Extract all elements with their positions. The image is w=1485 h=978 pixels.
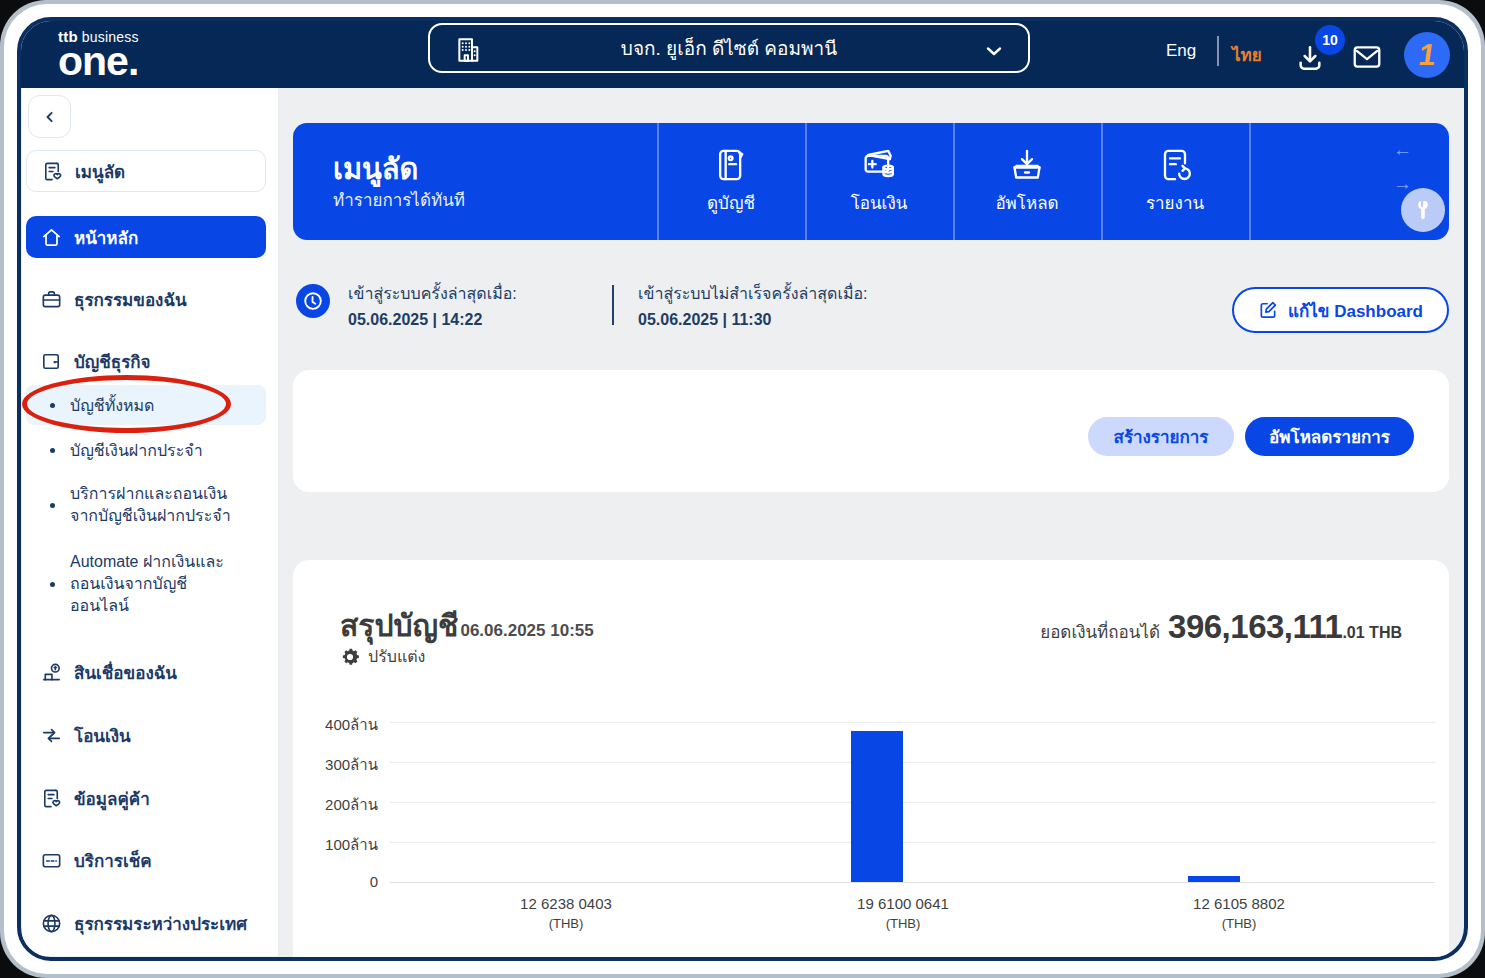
loan-icon xyxy=(40,661,63,684)
quick-action-report[interactable]: รายงาน xyxy=(1101,123,1249,240)
profile-avatar[interactable]: 1 xyxy=(1404,32,1450,78)
customize-control[interactable]: ปรับแต่ง xyxy=(340,644,425,669)
wallet-icon xyxy=(40,350,63,373)
quick-action-view-accounts[interactable]: ดูบัญชี xyxy=(657,123,805,240)
create-transaction-button[interactable]: สร้างรายการ xyxy=(1088,417,1234,456)
summary-title: สรุปบัญชี xyxy=(340,602,458,649)
failed-login-value: 05.06.2025 | 11:30 xyxy=(638,311,1198,329)
failed-login-block: เข้าสู่ระบบไม่สำเร็จครั้งล่าสุดเมื่อ: 05… xyxy=(638,281,1198,329)
chart-bar-2[interactable] xyxy=(851,731,903,882)
sidebar-item-transfer[interactable]: โอนเงิน xyxy=(26,718,266,752)
transactions-card: สร้างรายการ อัพโหลดรายการ xyxy=(293,370,1449,492)
red-highlight-ellipse xyxy=(22,375,231,433)
top-header: ttb business one. บจก. ยูเอ็ก ดีไซต์ คอม… xyxy=(17,17,1468,88)
clock-icon xyxy=(296,284,330,318)
sidebar-item-my-transactions[interactable]: ธุรกรรมของฉัน xyxy=(26,282,266,316)
sidebar-item-my-loans[interactable]: สินเชื่อของฉัน xyxy=(26,655,266,689)
gear-icon xyxy=(340,647,360,667)
bullet xyxy=(50,448,55,453)
chevron-down-icon xyxy=(982,39,1006,63)
category-label-2: 19 6100 0641 (THB) xyxy=(773,895,1033,931)
globe-icon xyxy=(40,912,63,935)
company-selector[interactable]: บจก. ยูเอ็ก ดีไซต์ คอมพานี xyxy=(428,23,1030,73)
lang-eng[interactable]: Eng xyxy=(1166,41,1196,61)
gridline-0 xyxy=(390,882,1435,883)
failed-login-label: เข้าสู่ระบบไม่สำเร็จครั้งล่าสุดเมื่อ: xyxy=(638,281,1198,306)
amount-fraction: .01 THB xyxy=(1342,624,1402,642)
download-badge: 10 xyxy=(1315,25,1345,55)
upload-transaction-button[interactable]: อัพโหลดรายการ xyxy=(1245,417,1414,456)
withdrawable-label: ยอดเงินที่ถอนได้ xyxy=(1040,618,1160,645)
summary-header: สรุปบัญชี 06.06.2025 10:55 xyxy=(340,602,594,649)
sidebar-item-cheque-service[interactable]: บริการเช็ค xyxy=(26,843,266,877)
home-icon xyxy=(40,226,63,249)
bar-chart xyxy=(293,722,1449,882)
login-info-divider xyxy=(612,285,614,325)
upload-icon xyxy=(1007,145,1047,185)
avatar-one-glyph: 1 xyxy=(1416,38,1437,72)
doc-heart-icon xyxy=(40,787,63,810)
last-login-value: 05.06.2025 | 14:22 xyxy=(348,311,606,329)
bullet xyxy=(50,582,55,587)
edit-icon xyxy=(1258,300,1278,320)
customize-label: ปรับแต่ง xyxy=(368,644,425,669)
lang-divider xyxy=(1217,36,1219,66)
mail-icon[interactable] xyxy=(1350,42,1384,72)
sidebar-item-international[interactable]: ธุรกรรมระหว่างประเทศ xyxy=(26,906,266,940)
briefcase-icon xyxy=(40,288,63,311)
edit-dashboard-button[interactable]: แก้ไข Dashboard xyxy=(1232,287,1449,333)
report-icon xyxy=(1155,145,1195,185)
customize-wrench-button[interactable] xyxy=(1401,188,1445,232)
chart-bar-3[interactable] xyxy=(1188,876,1240,882)
doc-heart-icon xyxy=(41,160,64,183)
app-window: ttb business one. บจก. ยูเอ็ก ดีไซต์ คอม… xyxy=(17,17,1468,961)
sidebar-item-home[interactable]: หน้าหลัก xyxy=(26,216,266,258)
sidebar-shortcut-label: เมนูลัด xyxy=(75,158,125,185)
carousel-arrow-left[interactable]: ← xyxy=(1393,139,1412,161)
window-content: ttb business one. บจก. ยูเอ็ก ดีไซต์ คอม… xyxy=(22,22,1463,956)
quick-action-transfer[interactable]: โอนเงิน xyxy=(805,123,953,240)
cheque-icon xyxy=(40,849,63,872)
sidebar-subitem-fixed-deposit[interactable]: บัญชีเงินฝากประจำ xyxy=(26,433,266,467)
lang-thai[interactable]: ไทย xyxy=(1232,41,1262,68)
sidebar-subitem-deposit-service[interactable]: บริการฝากและถอนเงินจากบัญชีเงินฝากประจำ xyxy=(26,483,266,527)
quick-action-upload[interactable]: อัพโหลด xyxy=(953,123,1101,240)
window-shadow: ttb business one. บจก. ยูเอ็ก ดีไซต์ คอม… xyxy=(0,0,1485,978)
category-label-3: 12 6105 8802 (THB) xyxy=(1109,895,1369,931)
banner-divider xyxy=(1249,123,1251,240)
amount-main: 396,163,111 xyxy=(1168,608,1342,646)
sidebar-item-business-accounts[interactable]: บัญชีธุรกิจ xyxy=(26,344,266,378)
company-name: บจก. ยูเอ็ก ดีไซต์ คอมพานี xyxy=(430,33,1028,63)
last-login-block: เข้าสู่ระบบครั้งล่าสุดเมื่อ: 05.06.2025 … xyxy=(348,281,606,329)
transfer-icon xyxy=(40,724,63,747)
sidebar-shortcut-button[interactable]: เมนูลัด xyxy=(26,150,266,192)
banner-subtitle: ทำรายการได้ทันที xyxy=(333,186,465,213)
quick-menu-banner: เมนูลัด ทำรายการได้ทันที ดูบัญชี โอนเงิน xyxy=(293,123,1449,240)
summary-timestamp: 06.06.2025 10:55 xyxy=(460,621,593,641)
last-login-label: เข้าสู่ระบบครั้งล่าสุดเมื่อ: xyxy=(348,281,606,306)
withdrawable-amount: ยอดเงินที่ถอนได้ 396,163,111 .01 THB xyxy=(1040,608,1402,646)
sidebar-collapse-button[interactable] xyxy=(28,95,71,138)
account-summary-card: สรุปบัญชี 06.06.2025 10:55 ปรับแต่ง ยอดเ… xyxy=(293,560,1449,961)
category-label-1: 12 6238 0403 (THB) xyxy=(436,895,696,931)
wallet-plus-icon xyxy=(859,145,899,185)
passbook-icon xyxy=(711,145,751,185)
sidebar-subitem-automate[interactable]: Automate ฝากเงินและถอนเงินจากบัญชีออนไลน… xyxy=(26,551,266,617)
ttb-business-one-logo: ttb business one. xyxy=(58,29,139,82)
wrench-icon xyxy=(1412,199,1434,221)
sidebar: เมนูลัด หน้าหลัก ธุรกรรมของฉัน บัญชีธุรก… xyxy=(22,88,279,956)
bullet xyxy=(50,503,55,508)
sidebar-item-partner-info[interactable]: ข้อมูลคู่ค้า xyxy=(26,781,266,815)
